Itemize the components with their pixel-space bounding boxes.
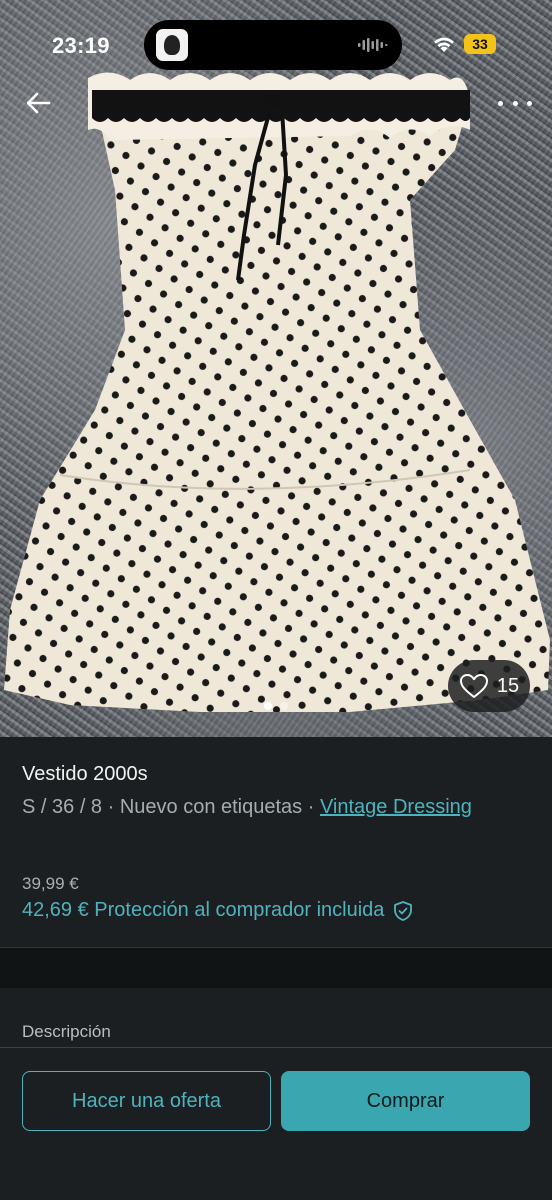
battery-icon: 33 <box>464 34 496 54</box>
favorites-count: 15 <box>496 674 520 697</box>
back-button[interactable] <box>22 86 56 120</box>
now-playing-artwork <box>156 29 188 61</box>
pagination-dot[interactable] <box>280 702 288 710</box>
dynamic-island <box>144 20 402 70</box>
more-options-button[interactable] <box>498 92 532 114</box>
product-title: Vestido 2000s <box>22 763 148 785</box>
status-icons: 33 <box>432 34 496 54</box>
more-horizontal-icon <box>498 100 503 106</box>
product-attributes: S / 36 / 8 · Nuevo con etiquetas · <box>22 796 320 818</box>
product-photo[interactable]: 23:19 33 15 <box>0 0 552 737</box>
heart-icon <box>459 674 488 698</box>
description-label: Descripción <box>22 1022 111 1041</box>
shield-check-icon <box>394 900 413 921</box>
dress-image <box>4 72 550 712</box>
product-meta: S / 36 / 8 · Nuevo con etiquetas · Vinta… <box>22 792 522 822</box>
image-pagination <box>0 702 552 710</box>
pagination-dot-active[interactable] <box>264 702 272 710</box>
price-with-protection[interactable]: 42,69 € Protección al comprador incluida <box>22 899 414 922</box>
brand-link[interactable]: Vintage Dressing <box>320 796 472 818</box>
buy-button[interactable]: Comprar <box>281 1071 530 1131</box>
section-separator <box>0 948 552 988</box>
action-bar: Hacer una oferta Comprar <box>0 1048 552 1200</box>
status-bar: 23:19 33 <box>0 0 552 90</box>
product-page: 23:19 33 15 Vestido 2000s S / 36 / 8 · N… <box>0 0 552 1200</box>
price-base: 39,99 € <box>22 874 79 893</box>
arrow-left-icon <box>26 92 51 114</box>
make-offer-button[interactable]: Hacer una oferta <box>22 1071 271 1131</box>
wifi-icon <box>434 37 454 52</box>
audio-wave-icon <box>358 38 388 52</box>
status-time: 23:19 <box>52 33 110 58</box>
price-total-text: 42,69 € Protección al comprador incluida <box>22 899 385 921</box>
